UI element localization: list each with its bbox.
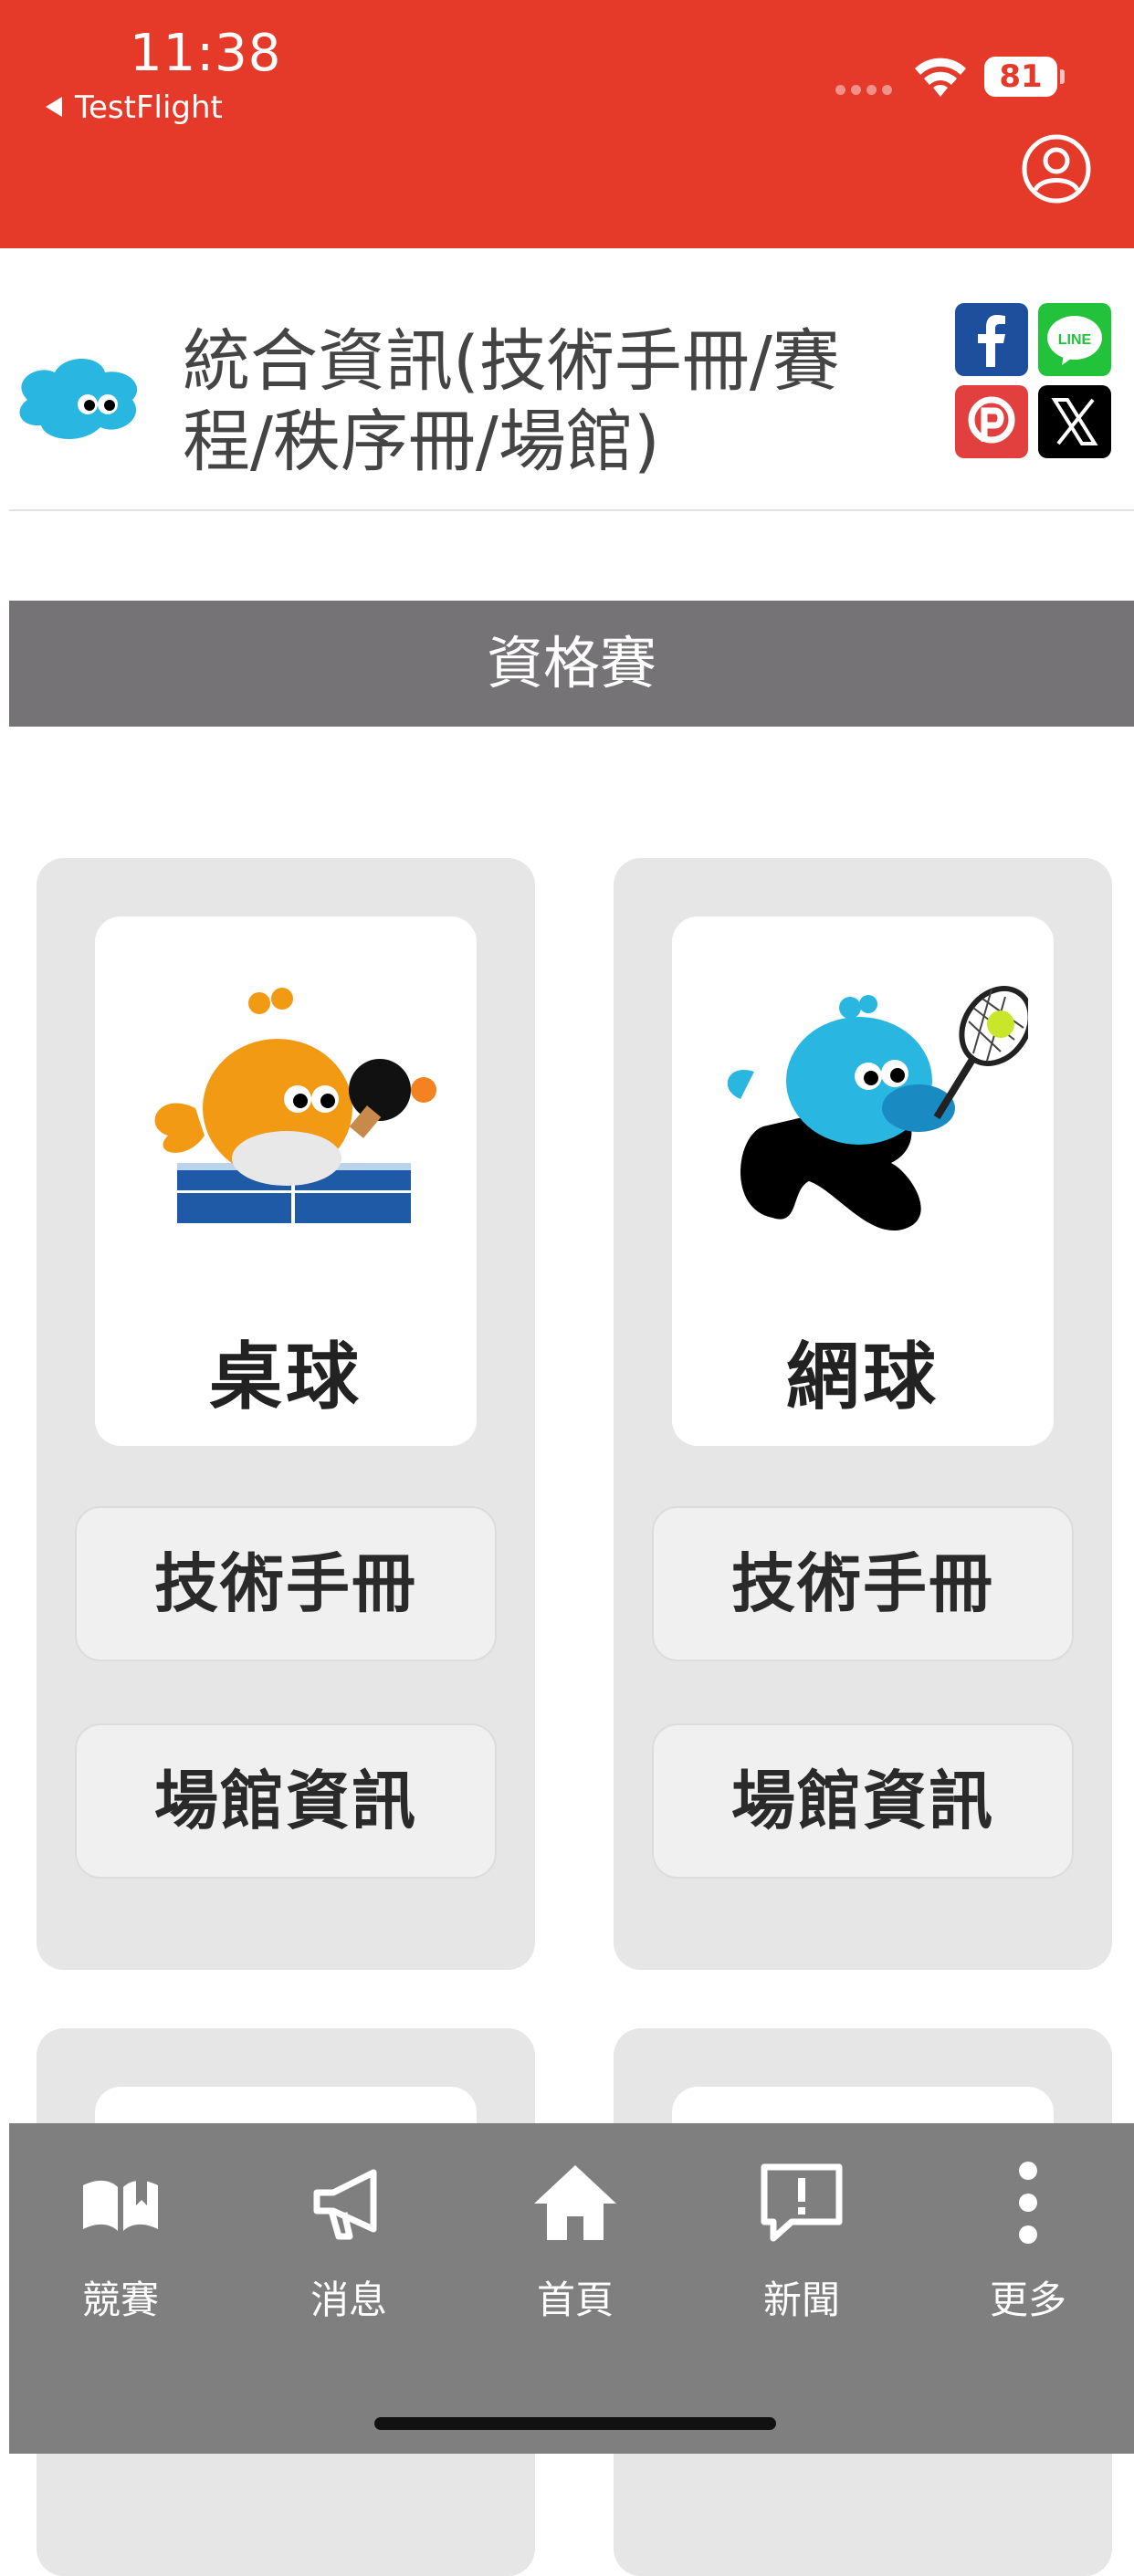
facebook-icon [978,315,1005,367]
technical-manual-button[interactable]: 技術手冊 [75,1506,497,1661]
line-logo-text: LINE [1058,332,1092,348]
home-icon [534,2165,616,2240]
more-vertical-icon [1019,2162,1037,2244]
tab-news[interactable]: 新聞 [710,2152,893,2335]
tab-home[interactable]: 首頁 [484,2152,667,2335]
battery-indicator: 81 [984,57,1065,97]
sport-name: 桌球 [209,1335,362,1419]
technical-manual-button[interactable]: 技術手冊 [652,1506,1074,1661]
back-to-testflight[interactable]: TestFlight [46,89,223,126]
tab-label: 競賽 [81,2278,159,2322]
sport-card-table-tennis: 桌球 技術手冊 場館資訊 [37,858,535,1970]
venue-info-button[interactable]: 場館資訊 [75,1723,497,1879]
sport-tile-tennis[interactable]: 網球 [672,916,1054,1446]
x-share-button[interactable] [1038,385,1111,458]
line-share-button[interactable]: LINE [1038,303,1111,376]
sport-tile-table-tennis[interactable]: 桌球 [95,916,477,1446]
sport-card-tennis: 網球 技術手冊 場館資訊 [614,858,1112,1970]
signal-dots-icon [835,81,898,99]
tab-label: 新聞 [762,2278,840,2322]
back-arrow-icon [46,96,62,117]
wifi-icon [915,58,966,97]
x-icon [1051,398,1098,445]
tab-more[interactable]: 更多 [937,2152,1119,2335]
top-bar: 11:38 TestFlight 81 [0,0,1134,248]
facebook-share-button[interactable] [955,303,1028,376]
megaphone-icon [313,2169,377,2240]
tab-competition[interactable]: 競賽 [29,2152,212,2335]
tennis-mascot-icon [727,986,1028,1231]
back-app-label: TestFlight [75,89,223,126]
mascot-logo-icon [19,359,138,439]
line-icon: LINE [1047,316,1102,365]
header-divider [9,509,1134,511]
sport-name: 網球 [786,1335,940,1419]
venue-info-button[interactable]: 場館資訊 [652,1723,1074,1879]
tab-messages[interactable]: 消息 [257,2152,440,2335]
pixnet-share-button[interactable] [955,385,1028,458]
book-icon [83,2176,158,2231]
tab-label: 消息 [310,2278,387,2322]
status-time: 11:38 [130,24,282,83]
table-tennis-mascot-icon [154,988,436,1223]
page-title: 統合資訊(技術手冊/賽程/秩序冊/場館) [183,322,840,481]
home-indicator [374,2417,776,2430]
section-title-bar: 資格賽 [9,601,1134,727]
bottom-tab-bar: 競賽 消息 首頁 新聞 更多 [9,2123,1134,2454]
user-profile-icon[interactable] [1021,133,1092,204]
pixnet-icon [968,396,1015,444]
tab-label: 更多 [989,2278,1066,2322]
tab-label: 首頁 [536,2278,614,2322]
news-alert-icon [761,2163,843,2242]
